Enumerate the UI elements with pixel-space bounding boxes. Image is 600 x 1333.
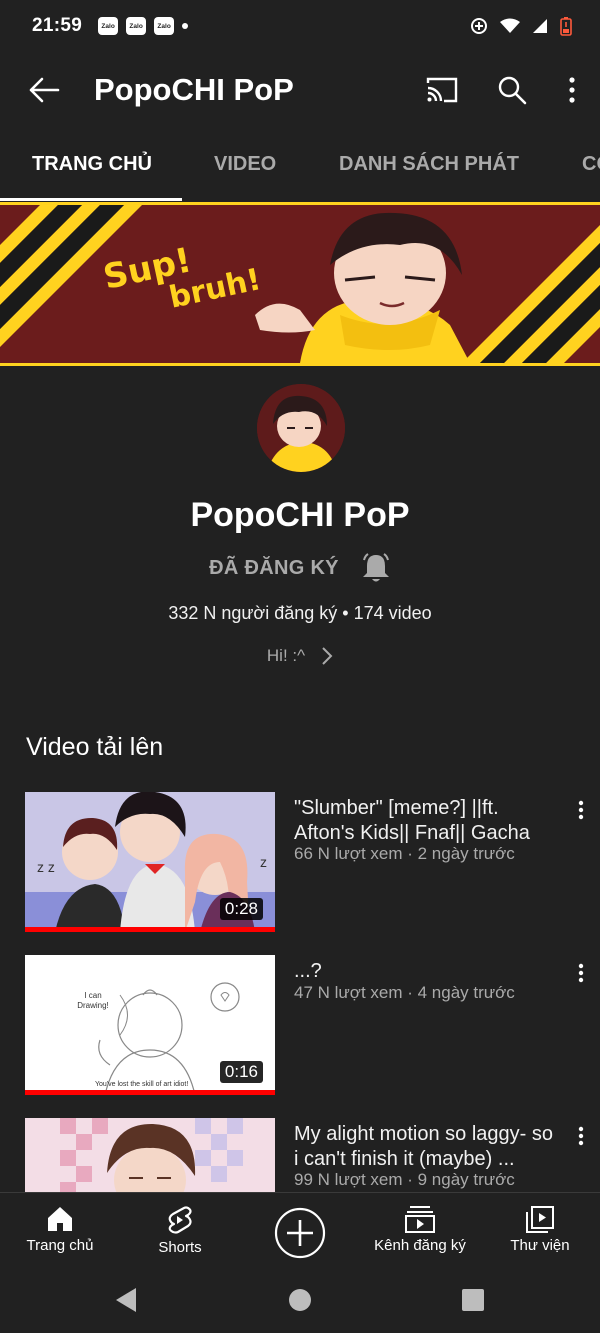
bell-icon: [362, 553, 389, 582]
status-icons: [470, 16, 572, 36]
zalo-notification-icon: Zalo: [98, 17, 119, 35]
section-title[interactable]: Video tải lên: [26, 733, 163, 762]
system-navigation-bar: [0, 1268, 600, 1333]
cast-icon: [426, 77, 458, 103]
subscribe-row: ĐÃ ĐĂNG KÝ: [0, 552, 600, 584]
notification-bell-button[interactable]: [361, 552, 391, 584]
video-title[interactable]: My alight motion so laggy- so i can't fi…: [294, 1122, 558, 1172]
more-vert-icon: [578, 963, 584, 983]
nav-library-label: Thư viện: [510, 1237, 570, 1254]
system-home-button[interactable]: [288, 1288, 312, 1312]
tab-community[interactable]: CỘ: [582, 153, 600, 176]
home-icon: [48, 1207, 72, 1231]
video-title[interactable]: ...?: [294, 959, 558, 984]
create-icon: [274, 1207, 326, 1259]
back-button[interactable]: [26, 72, 62, 108]
video-item[interactable]: z z z 0:28 "Slumber" [meme?] ||ft. Afton…: [25, 792, 595, 932]
video-duration: 0:16: [219, 1061, 263, 1083]
wifi-icon: [500, 18, 520, 33]
shorts-icon: [168, 1206, 192, 1234]
more-vert-icon: [569, 77, 575, 103]
video-menu-button[interactable]: [569, 798, 593, 822]
app-bar: PopoCHI PoP: [0, 52, 600, 128]
video-thumbnail[interactable]: z z z 0:28: [25, 792, 275, 932]
zalo-notification-icon: Zalo: [154, 17, 175, 35]
video-item[interactable]: I can Drawing! You've lost the skill of …: [25, 955, 595, 1095]
video-duration: 0:28: [219, 898, 263, 920]
library-icon: [526, 1206, 554, 1233]
video-count: 174 video: [353, 603, 432, 623]
channel-banner: Sup! bruh!: [0, 202, 600, 366]
channel-tabs: TRANG CHỦ VIDEO DANH SÁCH PHÁT CỘ: [0, 128, 600, 202]
svg-text:z z: z z: [37, 859, 55, 875]
video-menu-button[interactable]: [569, 1124, 593, 1148]
bottom-navigation: Trang chủ Shorts Kênh đăng ký Thư viện: [0, 1192, 600, 1268]
channel-about-link[interactable]: Hi! :^: [0, 646, 600, 666]
video-menu-button[interactable]: [569, 961, 593, 985]
nav-subscriptions-label: Kênh đăng ký: [374, 1237, 466, 1254]
thumbnail-caption-1: I can Drawing!: [77, 991, 109, 1010]
thumbnail-image: [25, 1118, 275, 1192]
nav-home[interactable]: Trang chủ: [0, 1193, 120, 1269]
more-vert-icon: [578, 800, 584, 820]
zalo-notification-icon: Zalo: [126, 17, 147, 35]
svg-text:z: z: [260, 854, 267, 870]
watch-progress: [25, 927, 275, 932]
video-item[interactable]: My alight motion so laggy- so i can't fi…: [25, 1118, 595, 1192]
cast-button[interactable]: [422, 70, 462, 110]
tab-indicator: [0, 198, 182, 201]
nav-library[interactable]: Thư viện: [480, 1193, 600, 1269]
signal-icon: [533, 19, 547, 33]
video-thumbnail[interactable]: I can Drawing! You've lost the skill of …: [25, 955, 275, 1095]
subscriptions-icon: [405, 1206, 435, 1233]
nav-shorts-label: Shorts: [158, 1239, 202, 1256]
tab-home[interactable]: TRANG CHỦ: [32, 153, 152, 176]
arrow-back-icon: [29, 77, 60, 103]
search-button[interactable]: [492, 70, 532, 110]
avatar-image: [257, 384, 345, 472]
data-saver-icon: [471, 18, 487, 34]
video-meta: 99 N lượt xem · 9 ngày trước: [294, 1170, 515, 1189]
thumbnail-caption-2: You've lost the skill of art idiot!: [95, 1081, 189, 1088]
channel-name: PopoCHI PoP: [190, 496, 410, 534]
battery-low-icon: [560, 17, 572, 36]
tab-playlists[interactable]: DANH SÁCH PHÁT: [339, 153, 519, 176]
status-bar: 21:59 Zalo Zalo Zalo: [0, 0, 600, 52]
watch-progress: [25, 1090, 275, 1095]
about-snippet: Hi! :^: [266, 646, 306, 665]
search-icon: [498, 76, 527, 105]
chevron-right-icon: [322, 647, 333, 665]
subscriber-count: 332 N người đăng ký: [168, 603, 338, 623]
notification-icons: Zalo Zalo Zalo: [98, 17, 189, 35]
video-thumbnail[interactable]: [25, 1118, 275, 1192]
video-meta: 47 N lượt xem · 4 ngày trước: [294, 983, 515, 1002]
more-options-button[interactable]: [562, 70, 582, 110]
app-title: PopoCHI PoP: [94, 72, 294, 107]
banner-art: [0, 205, 600, 363]
stats-separator: •: [342, 603, 349, 623]
nav-home-label: Trang chủ: [26, 1237, 94, 1254]
system-recents-button[interactable]: [461, 1288, 485, 1312]
tab-videos[interactable]: VIDEO: [214, 153, 276, 176]
system-back-button[interactable]: [114, 1287, 138, 1313]
nav-create-button[interactable]: [274, 1207, 326, 1259]
more-notifications-dot-icon: [182, 23, 189, 29]
channel-avatar[interactable]: [257, 384, 345, 472]
status-time: 21:59: [32, 15, 83, 36]
nav-shorts[interactable]: Shorts: [120, 1193, 240, 1269]
app-bar-actions: [422, 70, 582, 110]
video-title[interactable]: "Slumber" [meme?] ||ft. Afton's Kids|| F…: [294, 796, 558, 846]
channel-stats: 332 N người đăng ký • 174 video: [0, 603, 600, 624]
more-vert-icon: [578, 1126, 584, 1146]
subscribed-button[interactable]: ĐÃ ĐĂNG KÝ: [209, 557, 339, 580]
nav-subscriptions[interactable]: Kênh đăng ký: [360, 1193, 480, 1269]
video-meta: 66 N lượt xem · 2 ngày trước: [294, 844, 515, 863]
